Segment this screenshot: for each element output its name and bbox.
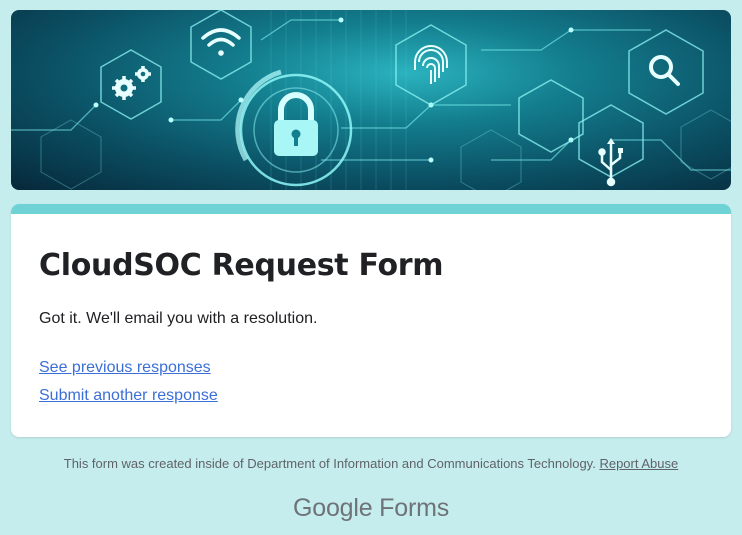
wifi-icon xyxy=(201,28,241,56)
form-confirmation-page: CloudSOC Request Form Got it. We'll emai… xyxy=(0,0,742,535)
card-accent-bar xyxy=(11,204,731,214)
footer-notice: This form was created inside of Departme… xyxy=(0,456,742,471)
search-icon xyxy=(649,55,680,86)
fingerprint-icon xyxy=(414,45,448,84)
confirmation-card: CloudSOC Request Form Got it. We'll emai… xyxy=(11,204,731,437)
brand-google: Google xyxy=(293,494,373,522)
report-abuse-link[interactable]: Report Abuse xyxy=(599,456,678,471)
form-title: CloudSOC Request Form xyxy=(39,248,444,283)
brand-forms: Forms xyxy=(379,494,449,522)
footer-notice-text: This form was created inside of Departme… xyxy=(63,456,596,471)
submit-another-response-link[interactable]: Submit another response xyxy=(39,387,218,405)
confirmation-message: Got it. We'll email you with a resolutio… xyxy=(39,310,318,327)
lock-icon xyxy=(235,69,353,187)
gears-icon xyxy=(112,66,151,100)
see-previous-responses-link[interactable]: See previous responses xyxy=(39,359,211,377)
cybersecurity-banner-art xyxy=(11,10,731,190)
google-forms-logo[interactable]: Google Forms xyxy=(0,494,742,523)
usb-icon xyxy=(598,138,623,187)
header-banner xyxy=(11,10,731,190)
